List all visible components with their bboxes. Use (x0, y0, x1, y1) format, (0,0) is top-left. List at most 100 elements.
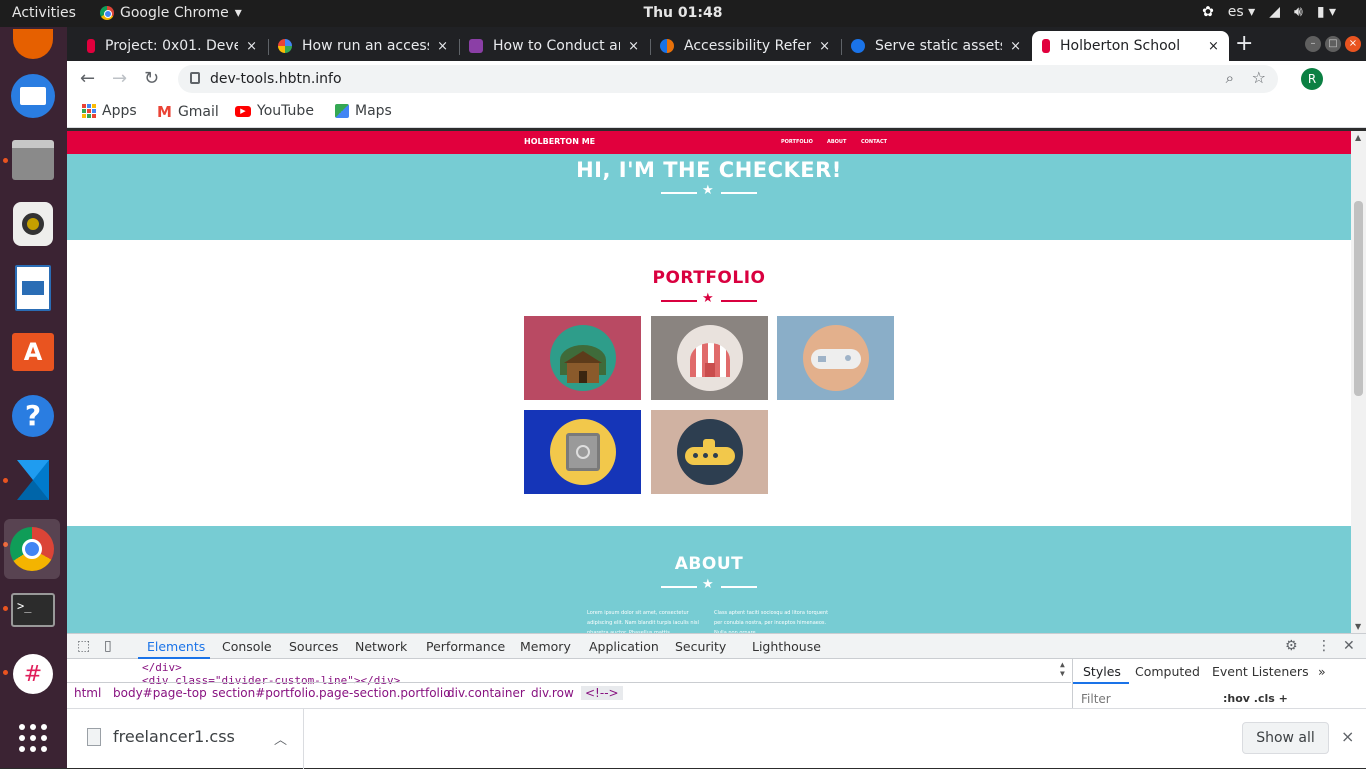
styles-filter-tools[interactable]: :hov .cls + (1223, 692, 1288, 705)
dom-line[interactable]: </div> (142, 661, 182, 674)
tab-close-icon[interactable]: × (628, 39, 639, 54)
tab-serve-static-assets[interactable]: Serve static assets × (841, 31, 1031, 61)
dom-tree[interactable]: </div> <div class="divider-custom-line">… (67, 659, 1071, 687)
bookmark-gmail[interactable]: M Gmail (157, 103, 219, 121)
code-scroll-arrows-icon[interactable]: ▲ ▼ (1060, 660, 1065, 678)
volume-icon[interactable]: 🔊︎ (1294, 4, 1303, 20)
devtools-tab-console[interactable]: Console (222, 639, 272, 654)
address-bar[interactable]: dev-tools.hbtn.info ⌕ ☆ (178, 65, 1278, 93)
crumb-row[interactable]: div.row (531, 686, 574, 700)
portfolio-item-circus-tent[interactable] (651, 316, 768, 400)
portfolio-divider: ★ (659, 292, 759, 308)
files-icon[interactable] (8, 135, 58, 185)
side-tab-event-listeners[interactable]: Event Listeners (1212, 664, 1309, 679)
scroll-down-icon[interactable]: ▼ (1355, 622, 1361, 631)
devtools-tab-performance[interactable]: Performance (426, 639, 505, 654)
portfolio-item-cabin[interactable] (524, 316, 641, 400)
side-tab-styles[interactable]: Styles (1083, 664, 1121, 679)
nav-link-contact[interactable]: CONTACT (861, 139, 887, 145)
tab-google-search[interactable]: How run an access × (268, 31, 458, 61)
devtools-tab-elements[interactable]: Elements (147, 639, 205, 654)
side-tabs-more-icon[interactable]: » (1318, 664, 1326, 679)
tab-close-icon[interactable]: × (819, 39, 830, 54)
tab-holberton-school[interactable]: Holberton School × (1032, 31, 1229, 61)
hero-divider: ★ (659, 184, 759, 200)
bookmark-star-icon[interactable]: ☆ (1252, 68, 1266, 87)
chrome-dock-icon[interactable] (4, 519, 60, 579)
tab-strip: Project: 0x01. Deve × How run an access … (67, 27, 1366, 61)
nav-link-portfolio[interactable]: PORTFOLIO (781, 139, 813, 145)
bookmark-apps[interactable]: Apps (82, 103, 137, 119)
devtools-tab-network[interactable]: Network (355, 639, 407, 654)
side-tab-computed[interactable]: Computed (1135, 664, 1200, 679)
crumb-html[interactable]: html (74, 686, 101, 700)
slack-tray-icon[interactable]: ✿ (1202, 4, 1214, 20)
devtools-tab-memory[interactable]: Memory (520, 639, 571, 654)
wifi-icon[interactable]: ◢ (1269, 4, 1280, 20)
reload-icon[interactable]: ↻ (144, 68, 159, 89)
terminal-icon[interactable]: >_ (8, 585, 58, 635)
battery-icon[interactable]: ▮ ▾ (1317, 4, 1336, 20)
styles-filter-input[interactable]: Filter (1081, 692, 1111, 706)
portfolio-item-safe[interactable] (524, 410, 641, 494)
scroll-thumb[interactable] (1354, 201, 1363, 396)
clock[interactable]: Thu 01:48 (0, 5, 1366, 21)
zoom-icon[interactable]: ⌕ (1226, 69, 1234, 87)
close-devtools-icon[interactable]: ✕ (1343, 638, 1355, 654)
download-item[interactable]: freelancer1.css (87, 727, 235, 746)
portfolio-item-game-controller[interactable] (777, 316, 894, 400)
close-window-button[interactable]: × (1345, 36, 1361, 52)
help-icon[interactable]: ? (8, 391, 58, 441)
bookmark-youtube[interactable]: ▶ YouTube (235, 103, 314, 119)
lock-icon[interactable] (190, 72, 200, 84)
inspect-element-icon[interactable]: ⬚ (77, 638, 90, 654)
minimize-button[interactable]: – (1305, 36, 1321, 52)
tab-close-icon[interactable]: × (1208, 39, 1219, 54)
close-downloads-icon[interactable]: × (1341, 727, 1354, 746)
slack-icon[interactable]: # (8, 649, 58, 699)
language-indicator[interactable]: es ▾ (1228, 4, 1255, 20)
profile-avatar[interactable]: R (1301, 68, 1323, 90)
tab-how-to-conduct[interactable]: How to Conduct an × (459, 31, 649, 61)
software-center-icon[interactable]: A (8, 327, 58, 377)
tab-close-icon[interactable]: × (1010, 39, 1021, 54)
thunderbird-icon[interactable] (8, 71, 58, 121)
scroll-up-icon[interactable]: ▲ (1355, 133, 1361, 142)
back-arrow-icon[interactable]: ← (80, 68, 95, 89)
site-brand[interactable]: HOLBERTON ME (524, 137, 595, 146)
url-text[interactable]: dev-tools.hbtn.info (210, 71, 342, 87)
tab-close-icon[interactable]: × (246, 39, 257, 54)
bookmark-maps[interactable]: Maps (335, 103, 392, 119)
firefox-icon[interactable] (8, 19, 58, 69)
show-applications-icon[interactable] (8, 713, 58, 763)
crumb-body[interactable]: body#page-top (113, 686, 207, 700)
new-tab-button[interactable]: + (1235, 31, 1253, 56)
more-options-icon[interactable]: ⋮ (1317, 638, 1331, 654)
settings-gear-icon[interactable]: ⚙ (1285, 638, 1298, 654)
devtools-tab-security[interactable]: Security (675, 639, 726, 654)
crumb-comment[interactable]: <!--> (581, 686, 623, 700)
devtools-tab-lighthouse[interactable]: Lighthouse (752, 639, 821, 654)
portfolio-item-submarine[interactable] (651, 410, 768, 494)
rhythmbox-icon[interactable] (8, 199, 58, 249)
nav-link-about[interactable]: ABOUT (827, 139, 846, 145)
browser-toolbar: ← → ↻ dev-tools.hbtn.info ⌕ ☆ R (67, 61, 1366, 97)
vscode-icon[interactable] (8, 455, 58, 505)
about-text-right: Class aptent taciti sociosqu ad litora t… (714, 610, 829, 633)
tab-project[interactable]: Project: 0x01. Deve × (77, 31, 267, 61)
device-toolbar-icon[interactable]: ▯ (104, 638, 112, 654)
devtools-tab-application[interactable]: Application (589, 639, 659, 654)
crumb-container[interactable]: div.container (447, 686, 525, 700)
system-tray[interactable]: ✿ es ▾ ◢ 🔊︎ ▮ ▾ (1202, 4, 1336, 20)
tab-accessibility-reference[interactable]: Accessibility Refer × (650, 31, 840, 61)
devtools-tab-sources[interactable]: Sources (289, 639, 338, 654)
page-scrollbar[interactable]: ▲ ▼ (1351, 131, 1366, 633)
tab-close-icon[interactable]: × (437, 39, 448, 54)
game-controller-icon (802, 325, 869, 391)
show-all-button[interactable]: Show all (1242, 722, 1329, 754)
forward-arrow-icon[interactable]: → (112, 68, 127, 89)
chevron-up-icon[interactable]: ︿ (274, 729, 287, 748)
maximize-button[interactable]: □ (1325, 36, 1341, 52)
crumb-section[interactable]: section#portfolio.page-section.portfolio (212, 686, 451, 700)
libreoffice-writer-icon[interactable] (8, 263, 58, 313)
